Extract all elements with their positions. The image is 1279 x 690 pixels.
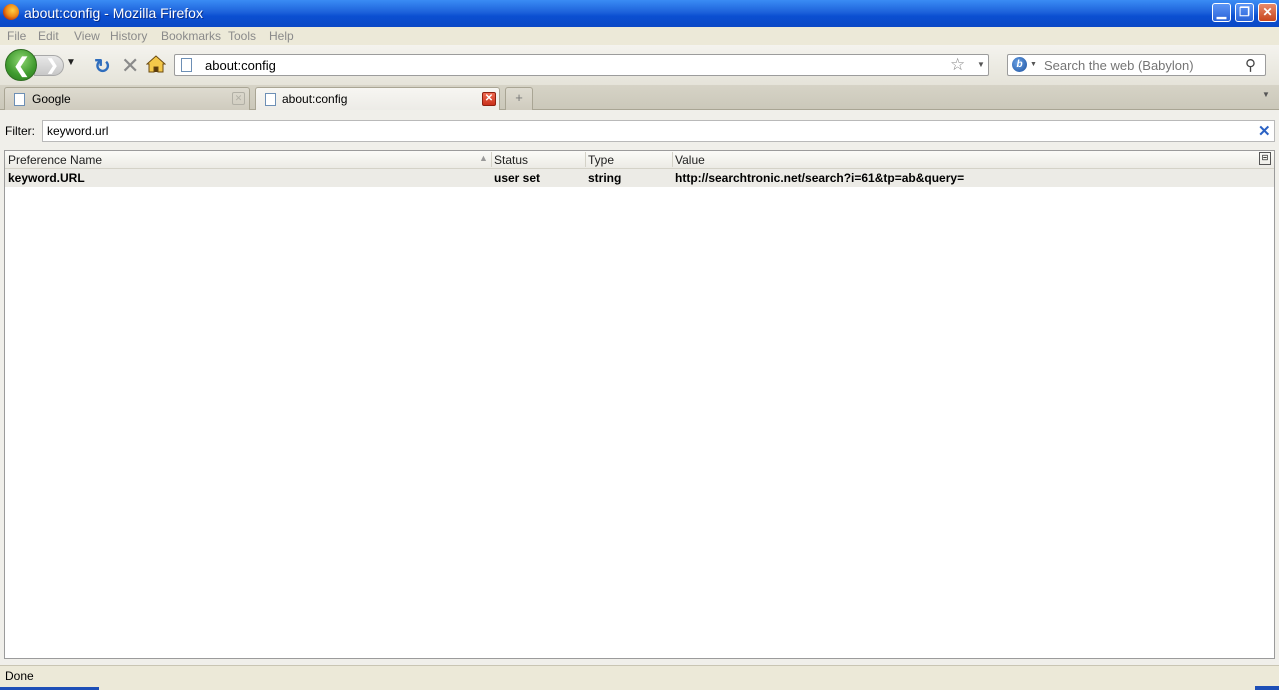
menu-view[interactable]: View [74,29,100,43]
stop-icon[interactable]: ✕ [121,53,139,79]
search-input[interactable] [1044,57,1239,73]
search-bar[interactable]: b ▼ ⚲ [1007,54,1266,76]
status-bar: Done [0,665,1279,690]
url-dropdown-icon[interactable]: ▼ [977,60,985,69]
tab-close-icon[interactable]: ✕ [482,92,496,106]
home-icon[interactable] [146,55,166,73]
list-all-tabs-icon[interactable]: ▼ [1262,90,1270,99]
filter-input[interactable] [47,124,1237,138]
page-icon [181,58,192,72]
reload-icon[interactable]: ↻ [94,54,111,79]
column-header-status[interactable]: Status [494,153,528,167]
column-header-value[interactable]: Value [675,153,705,167]
menu-tools[interactable]: Tools [228,29,256,43]
sort-ascending-icon: ▲ [479,153,488,163]
tab-label: about:config [282,92,348,106]
column-divider[interactable] [491,152,492,167]
close-button[interactable]: ✕ [1258,3,1277,22]
menu-help[interactable]: Help [269,29,294,43]
tab-google[interactable]: Google ✕ [4,87,250,110]
clear-filter-icon[interactable]: ✕ [1258,122,1271,140]
column-header-preference-name[interactable]: Preference Name [8,153,102,167]
table-row[interactable]: keyword.URL user set string http://searc… [5,169,1274,187]
back-arrow-icon: ❮ [13,55,30,77]
column-picker-icon[interactable]: ⊟ [1259,152,1271,165]
navigation-toolbar: ❯ ❮ ▼ ↻ ✕ about:config ☆ ▼ b ▼ ⚲ [0,45,1279,85]
forward-arrow-icon: ❯ [46,57,59,74]
menu-edit[interactable]: Edit [38,29,59,43]
menu-bar: File Edit View History Bookmarks Tools H… [0,27,1279,45]
search-magnifier-icon[interactable]: ⚲ [1245,56,1256,74]
status-text: Done [5,669,34,683]
tab-bar: Google ✕ about:config ✕ + ▼ [0,85,1279,111]
pref-value-cell: http://searchtronic.net/search?i=61&tp=a… [675,171,965,185]
menu-file[interactable]: File [7,29,26,43]
forward-button[interactable]: ❯ [34,55,64,76]
back-button[interactable]: ❮ [5,49,37,81]
column-header-type[interactable]: Type [588,153,614,167]
column-divider[interactable] [585,152,586,167]
history-dropdown-icon[interactable]: ▼ [66,57,76,68]
minimize-button[interactable]: ▁ [1212,3,1231,22]
preferences-table: Preference Name ▲ Status Type Value ⊟ ke… [4,150,1275,659]
tab-close-icon[interactable]: ✕ [232,92,245,105]
url-bar[interactable]: about:config ☆ ▼ [174,54,989,76]
page-icon [14,93,25,106]
config-page: Filter: ✕ Preference Name ▲ Status Type … [0,110,1279,665]
table-header: Preference Name ▲ Status Type Value ⊟ [5,151,1274,169]
tab-about-config[interactable]: about:config ✕ [255,87,500,111]
column-divider[interactable] [672,152,673,167]
maximize-button[interactable]: ❐ [1235,3,1254,22]
url-text[interactable]: about:config [205,58,276,73]
search-engine-dropdown-icon[interactable]: ▼ [1030,61,1037,68]
bookmark-star-icon[interactable]: ☆ [950,55,965,75]
search-engine-icon[interactable]: b [1012,57,1027,72]
menu-history[interactable]: History [110,29,147,43]
pref-name-cell: keyword.URL [8,171,85,185]
pref-type-cell: string [588,171,622,185]
window-title: about:config - Mozilla Firefox [24,5,203,21]
menu-bookmarks[interactable]: Bookmarks [161,29,221,43]
new-tab-button[interactable]: + [505,87,533,110]
title-bar: about:config - Mozilla Firefox ▁ ❐ ✕ [0,0,1279,27]
filter-label: Filter: [5,124,35,138]
filter-field[interactable]: ✕ [42,120,1275,142]
page-icon [265,93,276,106]
pref-status-cell: user set [494,171,541,185]
resize-grip[interactable] [1255,686,1279,690]
tab-label: Google [32,92,71,106]
firefox-logo-icon[interactable] [3,4,19,20]
